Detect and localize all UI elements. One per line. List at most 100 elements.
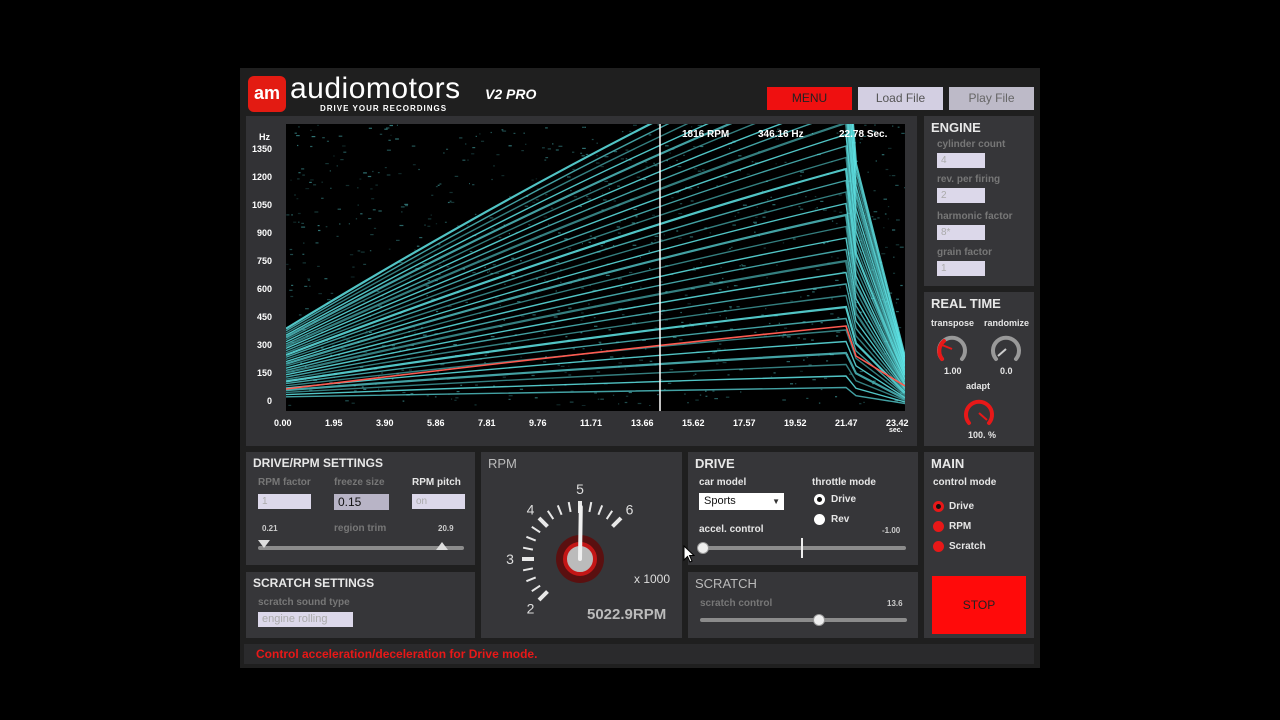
mode-drive-radio[interactable]	[933, 501, 944, 512]
menu-button[interactable]: MENU	[767, 87, 852, 110]
spectrum-noise	[727, 249, 730, 251]
transpose-knob[interactable]	[935, 332, 969, 366]
spectrum-noise	[579, 205, 582, 208]
spectrum-noise	[336, 235, 339, 237]
spectrum-noise	[317, 225, 320, 227]
spectrum-noise	[438, 340, 441, 342]
randomize-knob[interactable]	[989, 332, 1023, 366]
spectrogram-canvas[interactable]	[286, 124, 905, 411]
mode-rpm-label[interactable]: RPM	[949, 521, 971, 532]
freeze-size-field[interactable]: 0.15	[334, 494, 389, 510]
spectrum-noise	[629, 271, 633, 274]
grain-factor-field[interactable]: 1	[937, 261, 985, 276]
spectrum-noise	[426, 395, 429, 397]
trim-start-handle[interactable]	[258, 540, 270, 548]
spectrum-noise	[729, 248, 731, 250]
spectrum-noise	[363, 388, 367, 390]
spectrum-noise	[544, 279, 546, 281]
spectrum-noise	[598, 341, 602, 343]
spectrum-noise	[296, 135, 300, 137]
accel-control-thumb[interactable]	[697, 542, 709, 554]
grain-factor-label: grain factor	[937, 247, 993, 258]
spectrum-noise	[552, 143, 554, 145]
spectrum-noise	[633, 208, 637, 210]
spectrum-noise	[386, 149, 391, 151]
spectrum-noise	[792, 238, 796, 240]
throttle-drive-label[interactable]: Drive	[831, 494, 856, 505]
spectrum-noise	[722, 362, 727, 364]
trim-end-handle[interactable]	[436, 542, 448, 550]
spectrum-noise	[495, 297, 499, 299]
spectrum-noise	[714, 398, 718, 400]
spectrum-noise	[648, 250, 650, 252]
gauge-number: 5	[576, 481, 584, 497]
y-tick-label: 450	[256, 312, 272, 322]
scratch-sound-type-field[interactable]: engine rolling	[258, 612, 353, 627]
rev-per-firing-field[interactable]: 2	[937, 188, 985, 203]
rpm-pitch-field[interactable]: on	[412, 494, 465, 509]
spectrum-noise	[558, 145, 563, 147]
throttle-rev-radio[interactable]	[814, 514, 825, 525]
spectrum-noise	[357, 187, 359, 189]
spectrum-noise	[639, 359, 643, 361]
spectrum-noise	[618, 362, 622, 364]
harmonic-factor-field[interactable]: 8*	[937, 225, 985, 240]
spectrum-noise	[839, 211, 843, 213]
scratch-title: SCRATCH	[695, 576, 757, 591]
spectrum-noise	[349, 254, 354, 256]
x-tick-label: 1.95	[325, 418, 343, 428]
spectrum-noise	[472, 272, 476, 274]
mode-scratch-label[interactable]: Scratch	[949, 541, 986, 552]
readout-hz-unit: Hz	[791, 129, 804, 140]
spectrum-noise	[728, 147, 731, 150]
play-file-button[interactable]: Play File	[949, 87, 1034, 110]
car-model-select[interactable]: Sports ▼	[699, 493, 784, 510]
spectrum-noise	[447, 201, 450, 204]
harmonic-line	[286, 179, 905, 377]
status-message: Control acceleration/deceleration for Dr…	[256, 647, 538, 661]
spectrum-noise	[401, 369, 405, 371]
spectrum-noise	[803, 359, 805, 361]
spectrum-noise	[466, 225, 469, 227]
adapt-knob[interactable]	[962, 396, 996, 430]
spectrum-noise	[404, 203, 409, 205]
spectrum-noise	[528, 224, 531, 226]
mode-rpm-radio[interactable]	[933, 521, 944, 532]
region-trim-track[interactable]	[258, 546, 464, 550]
mode-scratch-radio[interactable]	[933, 541, 944, 552]
scratch-control-thumb[interactable]	[813, 614, 825, 626]
spectrum-noise	[763, 247, 766, 249]
spectrum-noise	[371, 198, 375, 200]
spectrum-noise	[345, 400, 349, 402]
gauge-number: 4	[527, 502, 535, 518]
spectrum-noise	[508, 233, 510, 235]
randomize-value: 0.0	[1000, 366, 1013, 376]
spectrum-noise	[321, 181, 323, 183]
spectrum-noise	[776, 264, 778, 266]
stop-button[interactable]: STOP	[932, 576, 1026, 634]
spectrum-noise	[800, 171, 804, 173]
spectrum-noise	[581, 359, 585, 361]
spectrum-noise	[330, 187, 332, 189]
spectrum-noise	[859, 403, 862, 405]
cylinder-count-field[interactable]: 4	[937, 153, 985, 168]
throttle-drive-radio[interactable]	[814, 494, 825, 505]
mode-drive-label[interactable]: Drive	[949, 501, 974, 512]
spectrum-noise	[481, 140, 485, 142]
spectrum-noise	[625, 395, 629, 397]
rpm-factor-field[interactable]: 1	[258, 494, 311, 509]
spectrum-noise	[618, 403, 620, 405]
spectrum-noise	[314, 211, 319, 213]
spectrum-noise	[596, 371, 601, 373]
spectrum-noise	[812, 291, 815, 293]
load-file-button[interactable]: Load File	[858, 87, 943, 110]
spectrum-noise	[572, 151, 575, 153]
spectrum-noise	[413, 327, 416, 329]
logo-badge: am	[248, 76, 286, 112]
scratch-control-track[interactable]	[700, 618, 907, 622]
spectrum-noise	[756, 206, 758, 208]
x-tick-label: 21.47	[835, 418, 858, 428]
scratch-settings-panel: SCRATCH SETTINGS scratch sound type engi…	[246, 572, 475, 638]
rpm-factor-label: RPM factor	[258, 477, 311, 488]
throttle-rev-label[interactable]: Rev	[831, 514, 849, 525]
